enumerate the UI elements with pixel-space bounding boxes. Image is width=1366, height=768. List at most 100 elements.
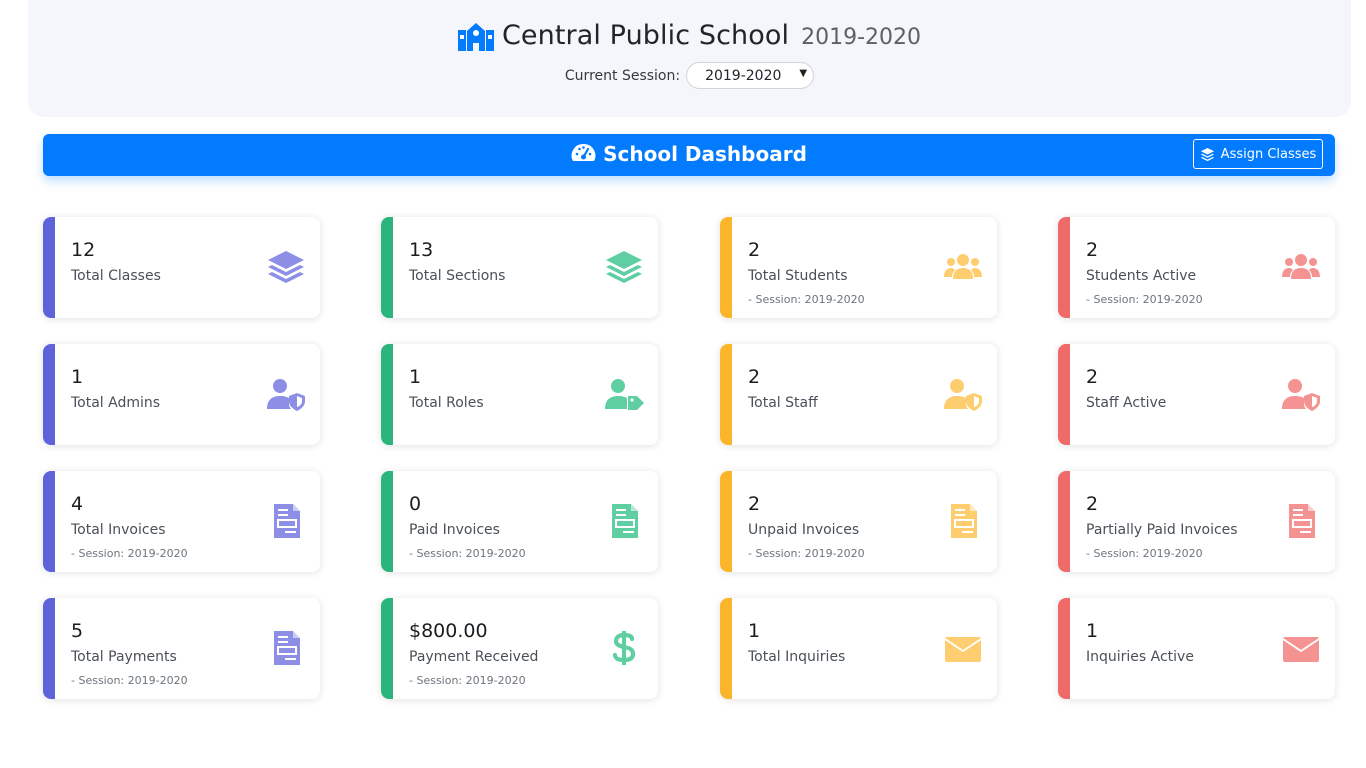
stat-label: Students Active bbox=[1086, 268, 1197, 284]
stat-value: 1 bbox=[71, 366, 84, 388]
card-accent-stripe bbox=[43, 471, 55, 572]
stat-session-note: - Session: 2019-2020 bbox=[409, 547, 526, 560]
stat-label: Unpaid Invoices bbox=[748, 522, 860, 538]
layers-icon bbox=[266, 249, 306, 285]
dollar-icon bbox=[604, 630, 644, 666]
stat-label: Total Sections bbox=[409, 268, 506, 284]
stat-card[interactable]: 2 Total Students - Session: 2019-2020 bbox=[720, 217, 997, 318]
assign-classes-label: Assign Classes bbox=[1220, 146, 1317, 162]
stat-card[interactable]: 1 Total Roles bbox=[381, 344, 658, 445]
card-accent-stripe bbox=[1058, 344, 1070, 445]
stat-card[interactable]: 1 Total Inquiries bbox=[720, 598, 997, 699]
card-accent-stripe bbox=[720, 344, 732, 445]
header-panel: Central Public School 2019-2020 Current … bbox=[28, 0, 1351, 117]
session-select-value: 2019-2020 bbox=[705, 67, 782, 84]
stat-session-note: - Session: 2019-2020 bbox=[409, 674, 526, 687]
stat-card[interactable]: 12 Total Classes bbox=[43, 217, 320, 318]
stat-label: Total Admins bbox=[71, 395, 161, 411]
stat-value: 1 bbox=[409, 366, 422, 388]
stat-label: Total Classes bbox=[71, 268, 161, 284]
card-accent-stripe bbox=[381, 344, 393, 445]
tachometer-icon bbox=[571, 143, 596, 165]
stat-session-note: - Session: 2019-2020 bbox=[71, 547, 188, 560]
stat-session-note: - Session: 2019-2020 bbox=[748, 547, 865, 560]
stat-value: 2 bbox=[748, 366, 761, 388]
user-shield-icon bbox=[943, 376, 983, 412]
session-row: Current Session: 2019-2020 ▼ bbox=[28, 62, 1351, 89]
stat-value: 2 bbox=[748, 239, 761, 261]
stat-value: 1 bbox=[1086, 620, 1099, 642]
stat-card[interactable]: 4 Total Invoices - Session: 2019-2020 bbox=[43, 471, 320, 572]
stat-session-note: - Session: 2019-2020 bbox=[1086, 293, 1203, 306]
stat-label: Partially Paid Invoices bbox=[1086, 522, 1238, 538]
stat-card[interactable]: 1 Total Admins bbox=[43, 344, 320, 445]
stat-value: $800.00 bbox=[409, 620, 488, 642]
stat-label: Total Roles bbox=[409, 395, 484, 411]
assign-classes-button[interactable]: Assign Classes bbox=[1193, 139, 1323, 169]
caret-down-icon: ▼ bbox=[799, 68, 808, 79]
card-accent-stripe bbox=[1058, 471, 1070, 572]
dashboard-title-text: School Dashboard bbox=[603, 142, 807, 166]
school-title: Central Public School 2019-2020 bbox=[28, 20, 1351, 51]
invoice-icon bbox=[1281, 503, 1321, 539]
session-select[interactable]: 2019-2020 ▼ bbox=[686, 62, 815, 89]
card-accent-stripe bbox=[381, 217, 393, 318]
stat-value: 4 bbox=[71, 493, 84, 515]
stat-value: 2 bbox=[748, 493, 761, 515]
stat-card[interactable]: $800.00 Payment Received - Session: 2019-2… bbox=[381, 598, 658, 699]
stat-card[interactable]: 2 Partially Paid Invoices - Session: 2019-… bbox=[1058, 471, 1335, 572]
card-accent-stripe bbox=[720, 217, 732, 318]
card-accent-stripe bbox=[720, 471, 732, 572]
stat-value: 13 bbox=[409, 239, 434, 261]
dashboard-title: School Dashboard bbox=[43, 142, 1335, 166]
envelope-icon bbox=[1281, 630, 1321, 666]
stat-session-note: - Session: 2019-2020 bbox=[748, 293, 865, 306]
card-accent-stripe bbox=[381, 471, 393, 572]
stat-label: Total Payments bbox=[71, 649, 177, 665]
session-label: Current Session: bbox=[564, 67, 681, 84]
card-accent-stripe bbox=[43, 598, 55, 699]
stat-value: 2 bbox=[1086, 239, 1099, 261]
stat-card[interactable]: 2 Total Staff bbox=[720, 344, 997, 445]
stat-label: Total Students bbox=[748, 268, 848, 284]
layers-icon bbox=[1200, 147, 1214, 161]
stat-card[interactable]: 5 Total Payments - Session: 2019-2020 bbox=[43, 598, 320, 699]
card-accent-stripe bbox=[720, 598, 732, 699]
card-accent-stripe bbox=[43, 217, 55, 318]
envelope-icon bbox=[943, 630, 983, 666]
stat-card[interactable]: 13 Total Sections bbox=[381, 217, 658, 318]
card-accent-stripe bbox=[1058, 598, 1070, 699]
stat-label: Staff Active bbox=[1086, 395, 1167, 411]
invoice-icon bbox=[266, 503, 306, 539]
stat-label: Payment Received bbox=[409, 649, 539, 665]
stat-value: 0 bbox=[409, 493, 422, 515]
stat-value: 1 bbox=[748, 620, 761, 642]
stat-card[interactable]: 1 Inquiries Active bbox=[1058, 598, 1335, 699]
stat-label: Inquiries Active bbox=[1086, 649, 1194, 665]
user-tag-icon bbox=[604, 376, 644, 412]
user-shield-icon bbox=[1281, 376, 1321, 412]
stat-value: 2 bbox=[1086, 366, 1099, 388]
card-accent-stripe bbox=[43, 344, 55, 445]
user-shield-icon bbox=[266, 376, 306, 412]
stat-card[interactable]: 2 Unpaid Invoices - Session: 2019-2020 bbox=[720, 471, 997, 572]
stat-value: 12 bbox=[71, 239, 96, 261]
stat-value: 5 bbox=[71, 620, 84, 642]
card-accent-stripe bbox=[1058, 217, 1070, 318]
users-icon bbox=[1281, 249, 1321, 285]
card-accent-stripe bbox=[381, 598, 393, 699]
stat-label: Total Inquiries bbox=[748, 649, 846, 665]
stat-label: Total Invoices bbox=[71, 522, 166, 538]
stat-card[interactable]: 0 Paid Invoices - Session: 2019-2020 bbox=[381, 471, 658, 572]
school-year: 2019-2020 bbox=[801, 25, 922, 50]
stat-card[interactable]: 2 Staff Active bbox=[1058, 344, 1335, 445]
stat-card[interactable]: 2 Students Active - Session: 2019-2020 bbox=[1058, 217, 1335, 318]
stat-value: 2 bbox=[1086, 493, 1099, 515]
dashboard-bar: School Dashboard Assign Classes bbox=[43, 134, 1335, 176]
school-name: Central Public School bbox=[501, 20, 790, 51]
stat-session-note: - Session: 2019-2020 bbox=[71, 674, 188, 687]
invoice-icon bbox=[266, 630, 306, 666]
invoice-icon bbox=[604, 503, 644, 539]
invoice-icon bbox=[943, 503, 983, 539]
users-icon bbox=[943, 249, 983, 285]
